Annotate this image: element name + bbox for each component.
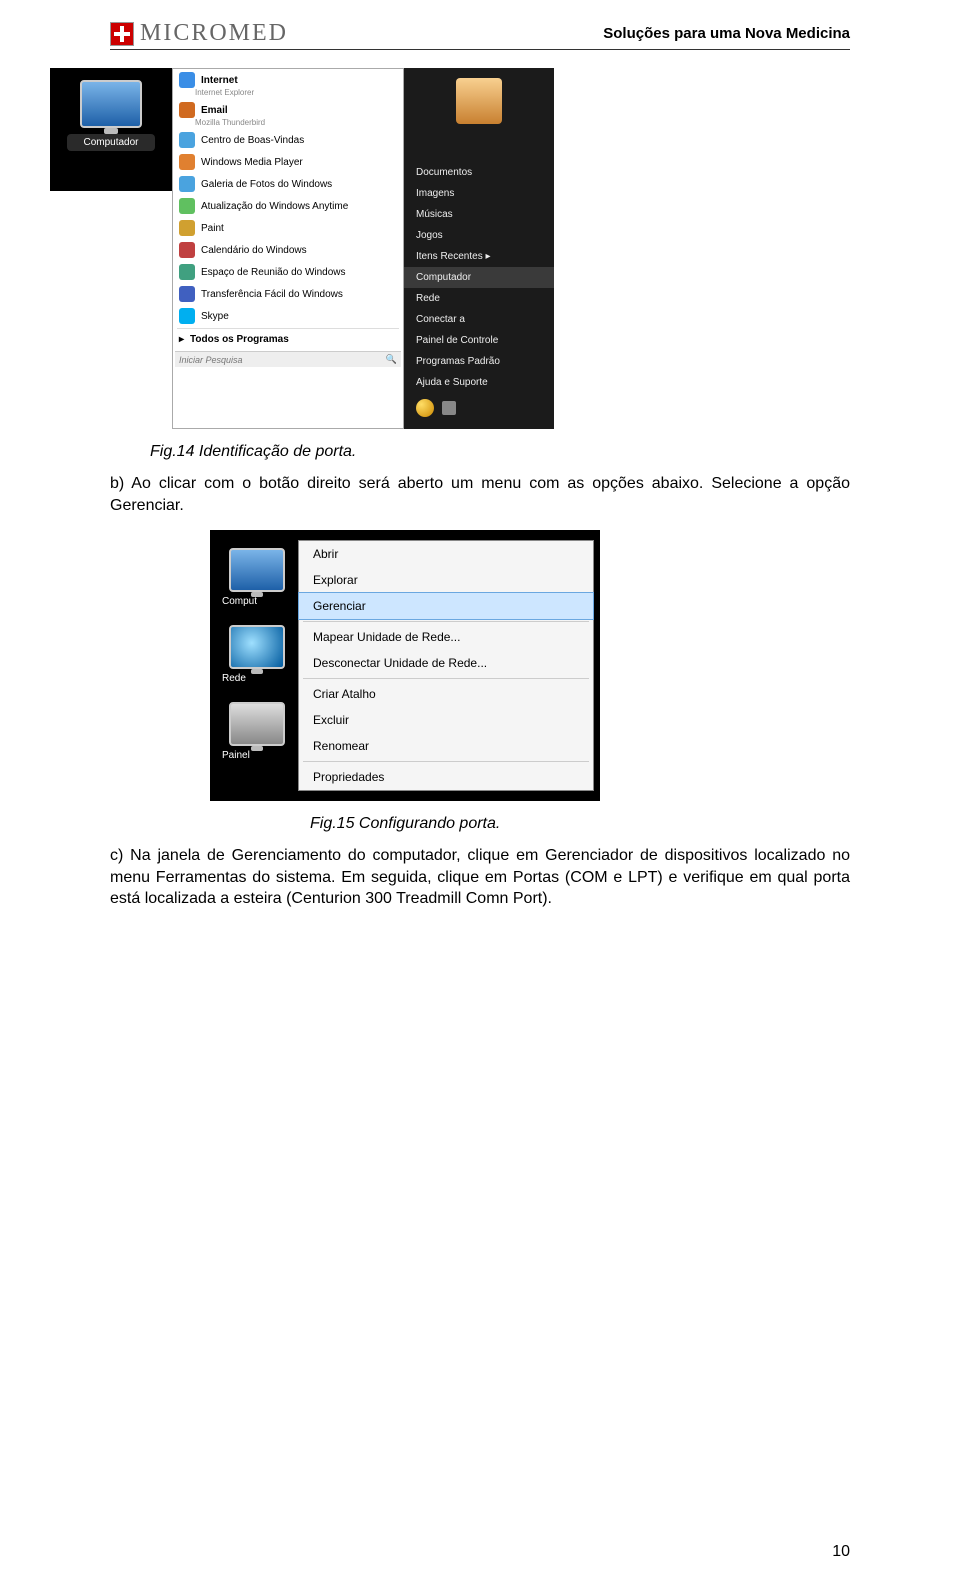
- computer-icon[interactable]: [229, 548, 285, 592]
- start-item-label: Calendário do Windows: [201, 245, 307, 256]
- start-item-sublabel: Internet Explorer: [195, 88, 403, 99]
- start-menu-left: Internet Internet Explorer Email Mozilla Th…: [172, 68, 404, 429]
- app-icon: [179, 176, 195, 192]
- start-item-label: Atualização do Windows Anytime: [201, 201, 348, 212]
- network-icon[interactable]: [229, 625, 285, 669]
- context-menu-item[interactable]: Renomear: [299, 733, 593, 759]
- chevron-right-icon: ▸: [179, 334, 184, 345]
- power-row: [404, 393, 554, 423]
- start-item-label: Centro de Boas-Vindas: [201, 135, 304, 146]
- context-menu-item[interactable]: Gerenciar: [298, 592, 594, 620]
- start-item-label: Paint: [201, 223, 224, 234]
- app-icon: [179, 308, 195, 324]
- paragraph-c: c) Na janela de Gerenciamento do computa…: [110, 845, 850, 910]
- start-right-item[interactable]: Rede: [404, 288, 554, 309]
- computer-short-label: Comput: [222, 596, 300, 607]
- context-menu-item[interactable]: Criar Atalho: [299, 681, 593, 707]
- network-short-label: Rede: [222, 673, 300, 684]
- app-icon: [179, 286, 195, 302]
- start-item[interactable]: Calendário do Windows: [173, 239, 403, 261]
- figure-14: Computador Internet Internet Explorer Emai…: [50, 68, 850, 429]
- computer-label[interactable]: Computador: [67, 134, 155, 151]
- lock-icon[interactable]: [442, 401, 456, 415]
- start-item[interactable]: Galeria de Fotos do Windows: [173, 173, 403, 195]
- start-item-label: Internet: [201, 75, 238, 86]
- app-icon: [179, 102, 195, 118]
- user-picture-icon: [456, 78, 502, 124]
- app-icon: [179, 198, 195, 214]
- app-icon: [179, 132, 195, 148]
- start-menu: Internet Internet Explorer Email Mozilla Th…: [172, 68, 554, 429]
- brand-logo: MICROMED: [110, 20, 288, 47]
- start-item-label: Email: [201, 105, 228, 116]
- figure-14-caption: Fig.14 Identificação de porta.: [150, 443, 850, 461]
- paragraph-b: b) Ao clicar com o botão direito será ab…: [110, 473, 850, 516]
- start-search[interactable]: Iniciar Pesquisa 🔍: [175, 351, 401, 367]
- start-item-label: Skype: [201, 311, 229, 322]
- context-menu: AbrirExplorarGerenciar Mapear Unidade de …: [298, 540, 594, 791]
- search-icon: 🔍: [386, 354, 397, 365]
- start-right-item[interactable]: Programas Padrão: [404, 351, 554, 372]
- brand-tagline: Soluções para uma Nova Medicina: [603, 25, 850, 42]
- start-menu-right: DocumentosImagensMúsicasJogosItens Recen…: [404, 68, 554, 429]
- search-placeholder: Iniciar Pesquisa: [179, 355, 243, 365]
- start-right-item[interactable]: Computador: [404, 267, 554, 288]
- start-right-item[interactable]: Ajuda e Suporte: [404, 372, 554, 393]
- start-item[interactable]: Skype: [173, 305, 403, 327]
- app-icon: [179, 220, 195, 236]
- start-item-label: Transferência Fácil do Windows: [201, 289, 343, 300]
- start-item[interactable]: Espaço de Reunião do Windows: [173, 261, 403, 283]
- brand-name: MICROMED: [140, 20, 288, 47]
- all-programs[interactable]: ▸ Todos os Programas: [173, 330, 403, 349]
- start-item-label: Espaço de Reunião do Windows: [201, 267, 346, 278]
- control-panel-icon[interactable]: [229, 702, 285, 746]
- start-item[interactable]: Windows Media Player: [173, 151, 403, 173]
- context-menu-item[interactable]: Mapear Unidade de Rede...: [299, 624, 593, 650]
- app-icon: [179, 264, 195, 280]
- all-programs-label: Todos os Programas: [190, 334, 289, 345]
- start-right-item[interactable]: Documentos: [404, 162, 554, 183]
- page-number: 10: [832, 1543, 850, 1561]
- start-item[interactable]: Paint: [173, 217, 403, 239]
- desktop-sidebar: Computador: [50, 68, 172, 191]
- power-button-icon[interactable]: [416, 399, 434, 417]
- context-menu-item[interactable]: Propriedades: [299, 764, 593, 790]
- panel-short-label: Painel: [222, 750, 300, 761]
- start-item-sublabel: Mozilla Thunderbird: [195, 118, 403, 129]
- separator: [303, 761, 589, 762]
- app-icon: [179, 154, 195, 170]
- start-item[interactable]: Centro de Boas-Vindas: [173, 129, 403, 151]
- start-right-item[interactable]: Painel de Controle: [404, 330, 554, 351]
- computer-icon[interactable]: [80, 80, 142, 128]
- separator: [303, 678, 589, 679]
- start-right-item[interactable]: Músicas: [404, 204, 554, 225]
- start-right-item[interactable]: Conectar a: [404, 309, 554, 330]
- figure-15-caption: Fig.15 Configurando porta.: [310, 815, 850, 833]
- start-item[interactable]: Transferência Fácil do Windows: [173, 283, 403, 305]
- context-menu-item[interactable]: Explorar: [299, 567, 593, 593]
- start-right-item[interactable]: Imagens: [404, 183, 554, 204]
- start-item-label: Galeria de Fotos do Windows: [201, 179, 332, 190]
- context-menu-item[interactable]: Desconectar Unidade de Rede...: [299, 650, 593, 676]
- figure-15: Comput Rede Painel AbrirExplorarGerencia…: [210, 530, 600, 801]
- start-item[interactable]: Atualização do Windows Anytime: [173, 195, 403, 217]
- app-icon: [179, 72, 195, 88]
- swiss-cross-icon: [110, 22, 134, 46]
- page-header: MICROMED Soluções para uma Nova Medicina: [110, 20, 850, 50]
- context-menu-item[interactable]: Excluir: [299, 707, 593, 733]
- app-icon: [179, 242, 195, 258]
- start-item-label: Windows Media Player: [201, 157, 303, 168]
- separator: [303, 621, 589, 622]
- start-right-item[interactable]: Itens Recentes ▸: [404, 246, 554, 267]
- context-menu-item[interactable]: Abrir: [299, 541, 593, 567]
- start-right-item[interactable]: Jogos: [404, 225, 554, 246]
